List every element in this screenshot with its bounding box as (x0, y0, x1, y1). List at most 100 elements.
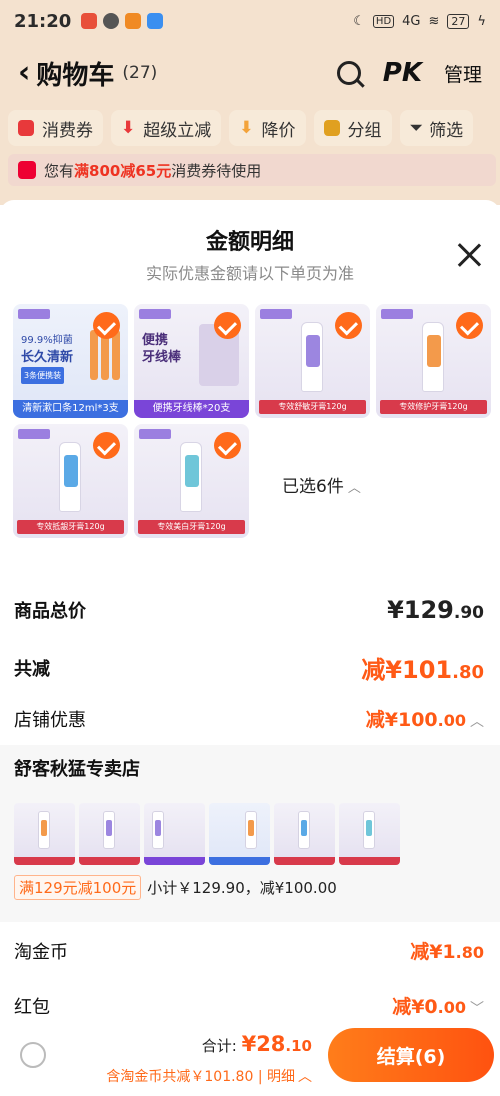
status-bar: 21:20 ☾ HD 4G ≋ 27 ϟ (0, 0, 500, 42)
shop-name: 舒客秋猛专卖店 (14, 759, 140, 780)
filter-price-drop[interactable]: ⬇ 降价 (229, 110, 306, 146)
cart-background: 21:20 ☾ HD 4G ≋ 27 ϟ ‹ 购物车 (27) PK 管理 消费… (0, 0, 500, 205)
filter-group[interactable]: 分组 (313, 110, 392, 146)
shop-promo: 满129元减100元 小计￥129.90，减¥100.00 (14, 875, 337, 900)
back-arrow-icon[interactable]: ‹ (18, 58, 30, 88)
brand-tag (139, 309, 171, 319)
selected-check-icon[interactable] (214, 312, 241, 339)
filter-group-label: 分组 (347, 120, 382, 141)
redpacket-label: 红包 (14, 996, 50, 1018)
filter-price-drop-label: 降价 (261, 120, 296, 141)
filter-coupon-label: 消费券 (42, 120, 93, 141)
product-sub: 3条便携装 (21, 367, 65, 384)
selected-check-icon[interactable] (93, 432, 120, 459)
shop-detail-block: 舒客秋猛专卖店 满129元减100元 小计￥129.90，减¥100.00 (0, 745, 500, 922)
chevron-up-icon: ︿ (347, 481, 361, 496)
redpacket-value: 减¥0.00 ﹀ (392, 992, 484, 1019)
play-store-icon (147, 13, 164, 29)
mini-thumb (209, 803, 270, 865)
close-icon[interactable] (456, 242, 482, 268)
checkout-button[interactable]: 结算(6) (328, 1028, 494, 1082)
product-caption: 专效修护牙膏120g (380, 400, 487, 414)
toothpaste-tube (59, 442, 81, 512)
selected-check-icon[interactable] (93, 312, 120, 339)
mini-thumb (144, 803, 205, 865)
promo-subtotal: 小计￥129.90，减¥100.00 (147, 879, 337, 897)
discount-detail-link[interactable]: 含淘金币共减￥101.80 | 明细 ︿ (106, 1066, 312, 1086)
product-caption: 清新漱口条12ml*3支 (13, 400, 128, 418)
filter-screen-label: 筛选 (429, 120, 464, 141)
chevron-up-icon: ︿ (298, 1069, 312, 1085)
mini-band (339, 857, 400, 865)
redpacket-dec: .00 (437, 998, 466, 1017)
total-reduce-int: 减¥101 (361, 656, 453, 684)
sheet-subtitle: 实际优惠金额请以下单页为准 (145, 264, 354, 283)
shop-discount-dec: .00 (437, 711, 466, 730)
checkout-bar: 合计: ¥28.10 含淘金币共减￥101.80 | 明细 ︿ 结算(6) (0, 1020, 500, 1096)
mini-band (209, 857, 270, 865)
product-thumb-floss[interactable]: 便携 牙线棒 便携牙线棒*20支 (134, 304, 249, 418)
price-drop-icon: ⬇ (239, 118, 254, 138)
pk-button[interactable]: PK (383, 58, 422, 88)
product-thumb-sensitive[interactable]: 专效舒敏牙膏120g (255, 304, 370, 418)
amount-detail-sheet: 金额明细 实际优惠金额请以下单页为准 99.9%抑菌 长久清新 3条便携装 清新… (0, 200, 500, 1096)
filter-bar: 消费券 ⬇ 超级立减 ⬇ 降价 分组 ⏷ 筛选 (8, 110, 496, 148)
redpacket-row[interactable]: 红包 减¥0.00 ﹀ (14, 992, 484, 1019)
chevron-down-icon: ﹀ (470, 1001, 484, 1017)
filter-icon: ⏷ (409, 118, 424, 138)
selected-check-icon[interactable] (335, 312, 362, 339)
product-caption: 专效美白牙膏120g (138, 520, 245, 534)
sheet-title: 金额明细 (205, 230, 294, 255)
mini-tube (298, 811, 310, 849)
filter-screen[interactable]: ⏷ 筛选 (399, 110, 474, 146)
selected-check-icon[interactable] (456, 312, 483, 339)
selected-count-label: 已选6件 (282, 477, 344, 497)
select-all-radio[interactable] (20, 1042, 46, 1068)
product-line1: 99.9%抑菌 (21, 335, 73, 346)
discount-detail-text: 含淘金币共减￥101.80 | 明细 (106, 1069, 295, 1085)
selected-count-toggle[interactable]: 已选6件 ︿ (282, 472, 361, 497)
brand-tag (18, 309, 50, 319)
coins-row: 淘金币 减¥1.80 (14, 937, 484, 964)
product-thumb-gum[interactable]: 专效抵龈牙膏120g (13, 424, 128, 538)
cart-count: (27) (122, 63, 158, 83)
product-thumb-repair[interactable]: 专效修护牙膏120g (376, 304, 491, 418)
total-price-value: ¥129.90 (387, 596, 484, 624)
product-caption: 便携牙线棒*20支 (134, 400, 249, 418)
coins-label: 淘金币 (14, 941, 68, 963)
moon-icon: ☾ (353, 13, 365, 29)
product-line2: 牙线棒 (142, 350, 182, 365)
shop-discount-value: 减¥100.00 ︿ (366, 705, 484, 732)
manage-button[interactable]: 管理 (444, 60, 482, 87)
mini-tube (152, 811, 164, 849)
notice-highlight: 满800减65元 (74, 161, 172, 180)
wifi-icon: ≋ (428, 13, 440, 29)
selected-check-icon[interactable] (214, 432, 241, 459)
filter-super-reduce[interactable]: ⬇ 超级立减 (111, 110, 222, 146)
coins-dec: .80 (455, 943, 484, 962)
message-notification-icon (103, 13, 120, 29)
total-price-row: 商品总价 ¥129.90 (14, 596, 484, 624)
product-headline: 99.9%抑菌 长久清新 3条便携装 (21, 332, 73, 384)
search-icon[interactable] (336, 61, 361, 85)
folder-icon (323, 120, 340, 136)
toothpaste-tube (180, 442, 202, 512)
mini-tube (363, 811, 375, 849)
product-thumb-whitening[interactable]: 专效美白牙膏120g (134, 424, 249, 538)
brand-tag (381, 309, 413, 319)
total-reduce-value: 减¥101.80 (361, 650, 484, 685)
coupon-notice-icon (18, 161, 36, 179)
mini-thumb (14, 803, 75, 865)
product-line1: 便携 (142, 333, 169, 348)
filter-coupon[interactable]: 消费券 (8, 110, 103, 146)
product-headline: 便携 牙线棒 (142, 332, 181, 366)
total-amount-int: ¥28 (241, 1032, 286, 1056)
mini-thumb (339, 803, 400, 865)
coupon-notice[interactable]: 您有 满800减65元 消费券待使用 (8, 154, 496, 186)
shop-discount-row[interactable]: 店铺优惠 减¥100.00 ︿ (14, 705, 484, 732)
product-thumb-mouthwash[interactable]: 99.9%抑菌 长久清新 3条便携装 清新漱口条12ml*3支 (13, 304, 128, 418)
coins-value: 减¥1.80 (410, 937, 484, 964)
toothpaste-tube (301, 322, 323, 392)
total-reduce-label: 共减 (14, 658, 50, 680)
mini-tube (245, 811, 257, 849)
